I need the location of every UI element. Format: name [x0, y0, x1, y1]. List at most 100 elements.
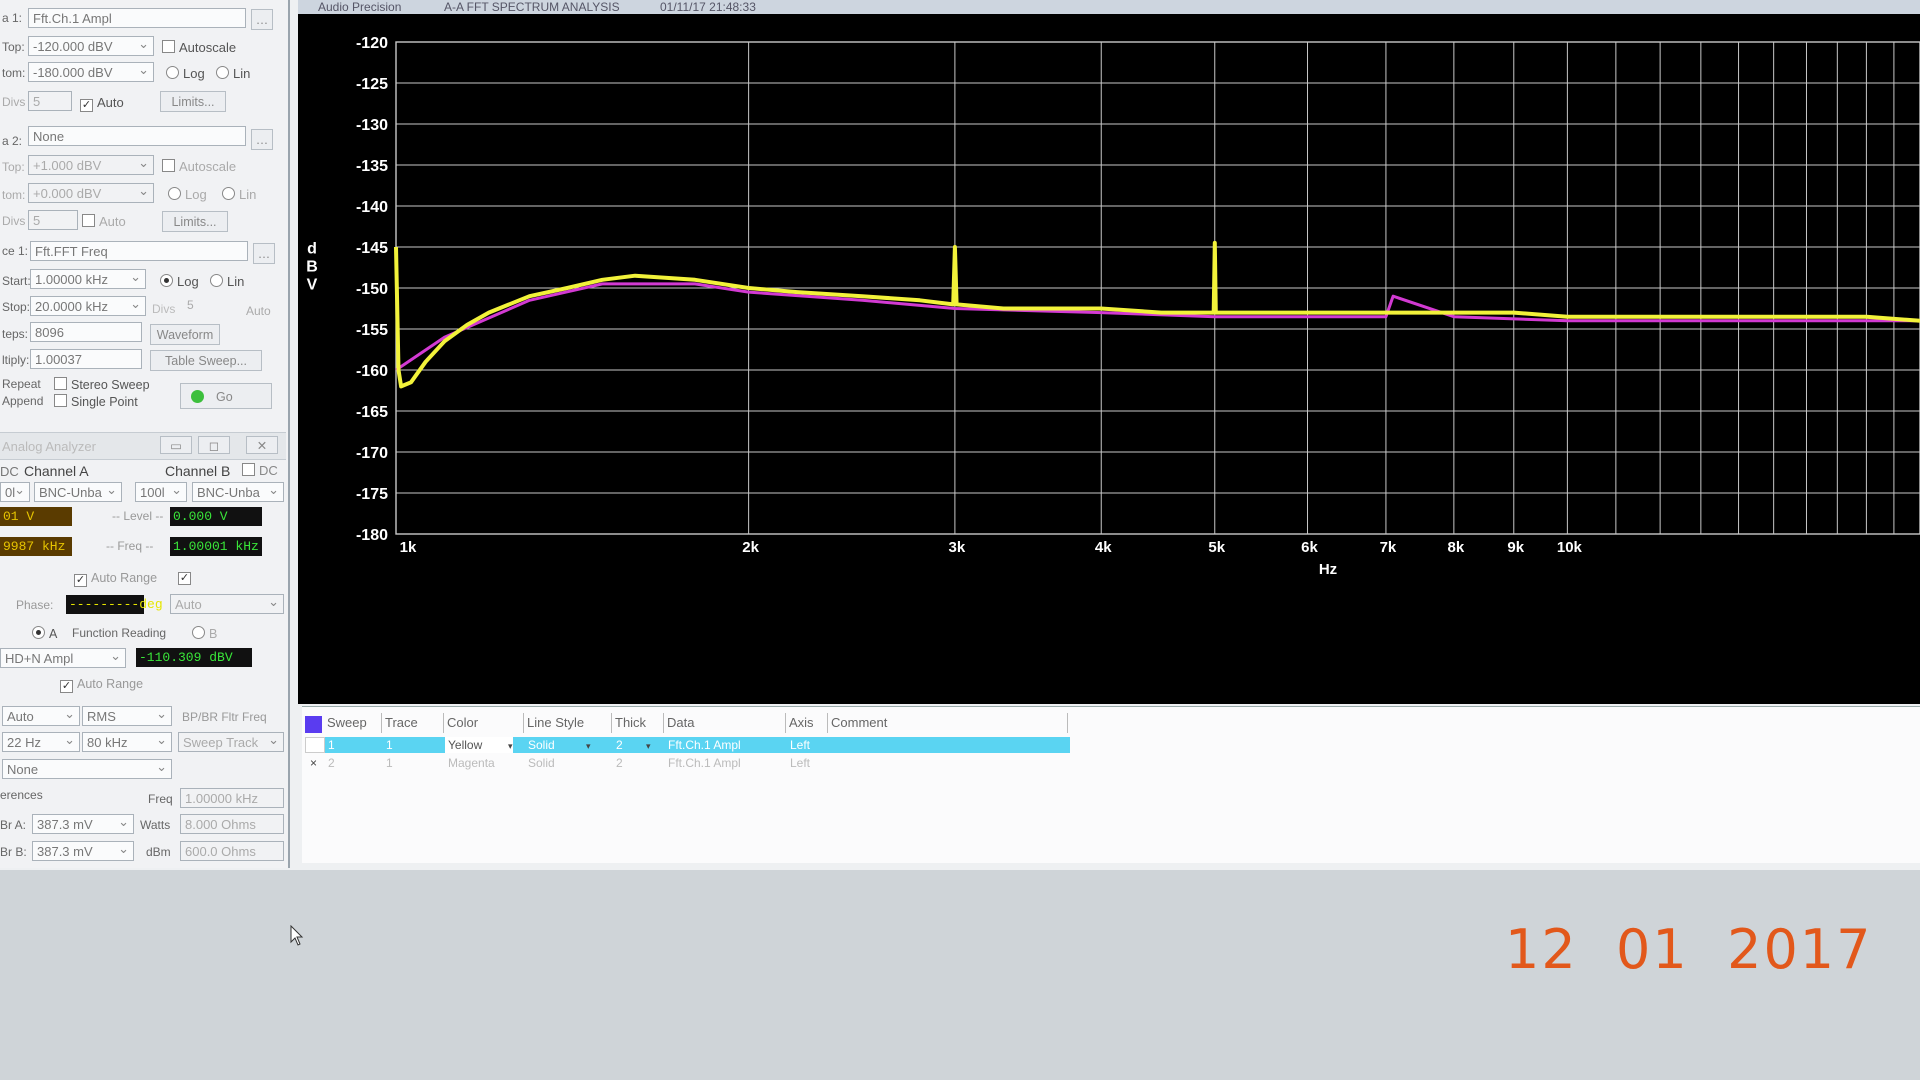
- sweep-track-select[interactable]: Sweep Track: [178, 732, 284, 752]
- table-sweep-button[interactable]: Table Sweep...: [150, 350, 262, 371]
- th-trace[interactable]: Trace: [382, 713, 444, 733]
- th-sweep[interactable]: Sweep: [324, 713, 382, 733]
- dbm-field[interactable]: 600.0 Ohms: [180, 841, 284, 861]
- stereo-sweep-checkbox[interactable]: Stereo Sweep: [54, 377, 150, 392]
- channel-a-input-select[interactable]: BNC-Unba: [34, 482, 122, 502]
- row1-style[interactable]: Solid: [525, 737, 591, 753]
- row1-check[interactable]: [305, 737, 325, 753]
- phase-mode-select[interactable]: Auto: [170, 594, 284, 614]
- data2-bottom-select[interactable]: +0.000 dBV: [28, 183, 154, 203]
- radio-a-label: A: [49, 627, 58, 641]
- data1-top-select[interactable]: -120.000 dBV: [28, 36, 154, 56]
- data2-browse-button[interactable]: …: [251, 129, 273, 150]
- th-line-style[interactable]: Line Style: [524, 713, 612, 733]
- channel-b-input-select[interactable]: BNC-Unba: [192, 482, 284, 502]
- source1-label: ce 1:: [2, 244, 29, 258]
- row2-check[interactable]: ×: [307, 755, 325, 771]
- freq-ref-label: Freq: [148, 792, 173, 806]
- source1-multiply-field[interactable]: 1.00037: [30, 349, 142, 369]
- th-color[interactable]: Color: [444, 713, 524, 733]
- row1-style-dropdown-icon[interactable]: ▾: [586, 741, 591, 752]
- row1-data[interactable]: Fft.Ch.1 Ampl: [665, 737, 787, 753]
- row1-thick[interactable]: 2: [613, 737, 649, 753]
- auto-range-b-checkbox[interactable]: ✓: [178, 572, 191, 585]
- data1-lin-radio[interactable]: Lin: [216, 66, 250, 81]
- source1-auto-label[interactable]: Auto: [246, 304, 271, 318]
- y-tick-label: -140: [356, 199, 388, 216]
- data1-divs-field[interactable]: 5: [28, 91, 72, 111]
- dbr-b-select[interactable]: 387.3 mV: [32, 841, 134, 861]
- row1-thick-dropdown-icon[interactable]: ▾: [646, 741, 651, 752]
- source1-field[interactable]: Fft.FFT Freq: [30, 241, 248, 261]
- row1-color-dropdown-icon[interactable]: ▾: [508, 741, 513, 752]
- source1-stop-select[interactable]: 20.0000 kHz: [30, 296, 146, 316]
- freq-ref-field[interactable]: 1.00000 kHz: [180, 788, 284, 808]
- y-axis-label: dBV: [306, 241, 318, 294]
- row1-color[interactable]: Yellow: [445, 737, 513, 753]
- th-comment[interactable]: Comment: [828, 713, 1068, 733]
- source1-start-select[interactable]: 1.00000 kHz: [30, 269, 146, 289]
- row2-style[interactable]: Solid: [525, 755, 591, 771]
- spectrum-chart[interactable]: -120 -125 -130 -135 -140 -145 -150 -155 -160 -165…: [298, 14, 1920, 704]
- source1-log-radio[interactable]: Log: [160, 274, 199, 289]
- auto-range-checkbox[interactable]: ✓ Auto Range: [74, 571, 157, 587]
- watts-field[interactable]: 8.000 Ohms: [180, 814, 284, 834]
- th-thick[interactable]: Thick: [612, 713, 664, 733]
- data1-limits-button[interactable]: Limits...: [160, 91, 226, 112]
- detector-select[interactable]: Auto: [2, 706, 80, 726]
- source1-steps-field[interactable]: 8096: [30, 322, 142, 342]
- source1-divs-value[interactable]: 5: [187, 298, 194, 312]
- table-row[interactable]: 1 1 Yellow Solid 2 Fft.Ch.1 Ampl Left: [305, 737, 1072, 753]
- dc-right-checkbox[interactable]: DC: [242, 463, 278, 478]
- data2-field[interactable]: None: [28, 126, 246, 146]
- row1-axis[interactable]: Left: [787, 737, 829, 753]
- data1-auto-checkbox[interactable]: ✓ Auto: [80, 95, 124, 112]
- x-tick-label: 8k: [1448, 539, 1465, 556]
- function-select[interactable]: HD+N Ampl: [0, 648, 126, 668]
- weighting-select[interactable]: None: [2, 759, 172, 779]
- data1-autoscale-label: Autoscale: [179, 40, 237, 55]
- hp-filter-select[interactable]: 22 Hz: [2, 732, 80, 752]
- data2-top-select[interactable]: +1.000 dBV: [28, 155, 154, 175]
- source1-waveform-button[interactable]: Waveform: [150, 324, 220, 345]
- go-button[interactable]: Go: [180, 383, 272, 409]
- data2-limits-button[interactable]: Limits...: [162, 211, 228, 232]
- th-axis[interactable]: Axis: [786, 713, 828, 733]
- row2-axis[interactable]: Left: [787, 755, 829, 771]
- dbr-a-select[interactable]: 387.3 mV: [32, 814, 134, 834]
- table-row[interactable]: × 2 1 Magenta Solid 2 Fft.Ch.1 Ampl Left: [305, 755, 1072, 771]
- function-reading-b-radio[interactable]: B: [192, 626, 217, 641]
- data1-log-radio[interactable]: Log: [166, 66, 205, 81]
- row1-comment[interactable]: [829, 737, 1069, 753]
- rms-select[interactable]: RMS: [82, 706, 172, 726]
- minimize-button[interactable]: ▭: [160, 436, 192, 454]
- close-button[interactable]: ✕: [246, 436, 278, 454]
- data2-lin-radio[interactable]: Lin: [222, 187, 256, 202]
- data1-bottom-select[interactable]: -180.000 dBV: [28, 62, 154, 82]
- row2-data[interactable]: Fft.Ch.1 Ampl: [665, 755, 787, 771]
- data1-field[interactable]: Fft.Ch.1 Ampl: [28, 8, 246, 28]
- data2-autoscale-checkbox[interactable]: Autoscale: [162, 159, 236, 174]
- data2-auto-checkbox[interactable]: Auto: [82, 214, 126, 229]
- data1-log-label: Log: [183, 66, 205, 81]
- row1-trace: 1: [386, 738, 393, 752]
- th-data[interactable]: Data: [664, 713, 786, 733]
- auto-range2-checkbox[interactable]: ✓ Auto Range: [60, 677, 143, 693]
- data2-divs-field[interactable]: 5: [28, 210, 78, 230]
- source1-browse-button[interactable]: …: [253, 243, 275, 264]
- data1-browse-button[interactable]: …: [251, 9, 273, 30]
- analyzer-titlebar: Analog Analyzer ▭ ◻ ✕: [0, 432, 286, 460]
- channel-a-coupling-select[interactable]: 0l: [0, 482, 30, 502]
- row2-color[interactable]: Magenta: [445, 755, 513, 771]
- single-point-checkbox[interactable]: Single Point: [54, 394, 138, 409]
- lp-filter-select[interactable]: 80 kHz: [82, 732, 172, 752]
- data2-log-radio[interactable]: Log: [168, 187, 207, 202]
- row2-thick[interactable]: 2: [613, 755, 649, 771]
- function-reading-a-radio[interactable]: A: [32, 626, 57, 641]
- radio-icon: [216, 66, 229, 79]
- restore-button[interactable]: ◻: [198, 436, 230, 454]
- source1-lin-radio[interactable]: Lin: [210, 274, 244, 289]
- row2-comment[interactable]: [829, 755, 1069, 771]
- data1-autoscale-checkbox[interactable]: Autoscale: [162, 40, 236, 55]
- channel-b-range-select[interactable]: 100l: [135, 482, 187, 502]
